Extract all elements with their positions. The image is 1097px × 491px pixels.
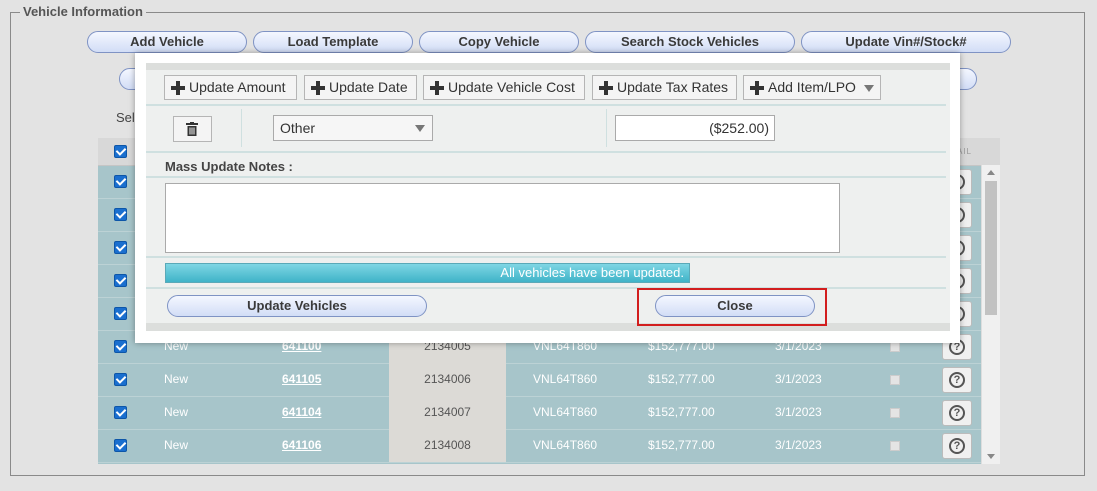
row-flag-checkbox[interactable] bbox=[890, 342, 900, 352]
vehicle-type: New bbox=[164, 438, 189, 452]
price: $152,777.00 bbox=[648, 405, 715, 419]
update-vehicle-cost-label: Update Vehicle Cost bbox=[448, 79, 575, 95]
row-flag-checkbox[interactable] bbox=[890, 441, 900, 451]
price: $152,777.00 bbox=[648, 438, 715, 452]
divider bbox=[146, 104, 946, 106]
dialog-top-bar bbox=[146, 63, 950, 70]
mass-update-notes-textarea[interactable] bbox=[165, 183, 840, 253]
amount-input[interactable]: ($252.00) bbox=[615, 115, 775, 141]
vehicle-type: New bbox=[164, 405, 189, 419]
column-divider bbox=[606, 109, 607, 147]
copy-vehicle-button[interactable]: Copy Vehicle bbox=[419, 31, 579, 53]
scrollbar-thumb[interactable] bbox=[985, 181, 997, 315]
price: $152,777.00 bbox=[648, 372, 715, 386]
update-tax-rates-label: Update Tax Rates bbox=[617, 79, 729, 95]
add-vehicle-button[interactable]: Add Vehicle bbox=[87, 31, 247, 53]
update-amount-button[interactable]: Update Amount bbox=[164, 75, 297, 100]
table-row: New 641106 2134008 VNL64T860 $152,777.00… bbox=[98, 429, 982, 463]
row-help-button[interactable]: ? bbox=[942, 433, 972, 459]
row-checkbox[interactable] bbox=[114, 175, 127, 188]
divider bbox=[146, 256, 946, 258]
chevron-down-icon bbox=[864, 85, 874, 92]
chevron-down-icon bbox=[415, 125, 425, 132]
stock-number-link[interactable]: 641104 bbox=[282, 396, 321, 429]
add-item-lpo-dropdown[interactable]: Add Item/LPO bbox=[743, 75, 881, 100]
divider bbox=[146, 176, 946, 178]
plus-icon bbox=[599, 81, 613, 95]
row-flag-checkbox[interactable] bbox=[890, 408, 900, 418]
update-date-label: Update Date bbox=[329, 79, 408, 95]
scroll-down-icon[interactable] bbox=[987, 454, 995, 459]
plus-icon bbox=[311, 81, 325, 95]
question-icon: ? bbox=[949, 405, 965, 421]
row-checkbox[interactable] bbox=[114, 307, 127, 320]
dialog-body: Update Amount Update Date Update Vehicle… bbox=[146, 63, 950, 331]
grid-scrollbar[interactable] bbox=[981, 165, 1000, 464]
close-highlight-box bbox=[637, 288, 827, 326]
question-icon: ? bbox=[949, 372, 965, 388]
search-stock-vehicles-button[interactable]: Search Stock Vehicles bbox=[585, 31, 795, 53]
update-tax-rates-button[interactable]: Update Tax Rates bbox=[592, 75, 737, 100]
unit-number: 2134008 bbox=[389, 429, 506, 462]
item-type-value: Other bbox=[280, 120, 316, 136]
notes-label: Mass Update Notes : bbox=[165, 159, 293, 174]
row-checkbox[interactable] bbox=[114, 439, 127, 452]
fieldset-legend: Vehicle Information bbox=[20, 4, 146, 19]
divider bbox=[146, 151, 946, 153]
update-date-button[interactable]: Update Date bbox=[304, 75, 417, 100]
update-vehicles-button[interactable]: Update Vehicles bbox=[167, 295, 427, 317]
row-help-button[interactable]: ? bbox=[942, 400, 972, 426]
stock-number-link[interactable]: 641106 bbox=[282, 429, 321, 462]
mass-update-dialog: Update Amount Update Date Update Vehicle… bbox=[135, 53, 960, 343]
unit-number: 2134006 bbox=[389, 363, 506, 396]
row-help-button[interactable]: ? bbox=[942, 367, 972, 393]
load-template-button[interactable]: Load Template bbox=[253, 31, 413, 53]
date: 3/1/2023 bbox=[775, 405, 822, 419]
row-checkbox[interactable] bbox=[114, 373, 127, 386]
plus-icon bbox=[430, 81, 444, 95]
select-all-checkbox[interactable] bbox=[114, 145, 127, 158]
model: VNL64T860 bbox=[533, 405, 598, 419]
trash-icon bbox=[186, 122, 198, 136]
row-checkbox[interactable] bbox=[114, 406, 127, 419]
row-flag-checkbox[interactable] bbox=[890, 375, 900, 385]
table-row: New 641104 2134007 VNL64T860 $152,777.00… bbox=[98, 396, 982, 430]
model: VNL64T860 bbox=[533, 438, 598, 452]
item-type-select[interactable]: Other bbox=[273, 115, 433, 141]
date: 3/1/2023 bbox=[775, 372, 822, 386]
row-checkbox[interactable] bbox=[114, 274, 127, 287]
row-checkbox[interactable] bbox=[114, 340, 127, 353]
dialog-bottom-bar bbox=[146, 323, 950, 331]
add-item-lpo-label: Add Item/LPO bbox=[768, 79, 856, 95]
plus-icon bbox=[750, 81, 764, 95]
vehicle-type: New bbox=[164, 372, 189, 386]
unit-number: 2134007 bbox=[389, 396, 506, 429]
row-checkbox[interactable] bbox=[114, 241, 127, 254]
plus-icon bbox=[171, 81, 185, 95]
column-divider bbox=[241, 109, 242, 147]
select-label: Sel bbox=[116, 110, 135, 125]
row-checkbox[interactable] bbox=[114, 208, 127, 221]
model: VNL64T860 bbox=[533, 372, 598, 386]
update-progress-bar: All vehicles have been updated. bbox=[165, 263, 690, 283]
update-amount-label: Update Amount bbox=[189, 79, 286, 95]
date: 3/1/2023 bbox=[775, 438, 822, 452]
update-vehicle-cost-button[interactable]: Update Vehicle Cost bbox=[423, 75, 585, 100]
stock-number-link[interactable]: 641105 bbox=[282, 363, 321, 396]
scroll-up-icon[interactable] bbox=[987, 170, 995, 175]
table-row: New 641105 2134006 VNL64T860 $152,777.00… bbox=[98, 363, 982, 397]
delete-item-button[interactable] bbox=[173, 116, 212, 142]
update-vin-stock-button[interactable]: Update Vin#/Stock# bbox=[801, 31, 1011, 53]
question-icon: ? bbox=[949, 438, 965, 454]
